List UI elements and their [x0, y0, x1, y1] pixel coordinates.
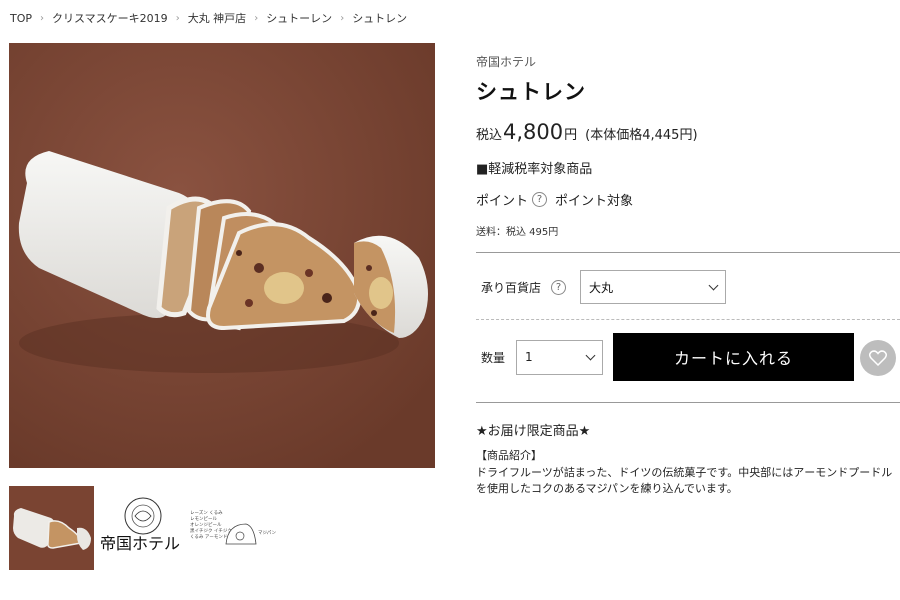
product-title: シュトレン — [476, 80, 586, 104]
intro-title: 【商品紹介】 — [476, 449, 542, 462]
chevron-down-icon — [585, 350, 596, 360]
quantity-selected: 1 — [525, 350, 533, 364]
points-label: ポイント — [476, 194, 529, 209]
store-selected: 大丸 — [589, 280, 614, 295]
divider-dashed — [476, 319, 900, 320]
price: 税込 4,800 円 (本体価格4,445円) — [476, 120, 900, 144]
price-net: (本体価格4,445円) — [585, 128, 698, 143]
thumbnail-diagram[interactable]: レーズン くるみ レモンピール オレンジピール 黒イチジク イチジク くるみ ア… — [188, 486, 278, 570]
svg-text:レモンピール: レモンピール — [190, 516, 217, 522]
breadcrumb-item-stollen-category[interactable]: シュトーレン — [266, 10, 332, 26]
chevron-down-icon — [708, 280, 719, 290]
logo-text: 帝国ホテル — [100, 534, 181, 553]
store-select[interactable]: 大丸 — [580, 270, 727, 304]
svg-text:レーズン くるみ: レーズン くるみ — [190, 509, 223, 516]
question-circle-icon[interactable]: ? — [532, 192, 548, 207]
chevron-right-icon: › — [175, 12, 180, 24]
breadcrumb: TOP › クリスマスケーキ2019 › 大丸 神戸店 › シュトーレン › シ… — [10, 10, 407, 26]
breadcrumb-current: シュトレン — [352, 12, 408, 25]
svg-text:マジパン: マジパン — [258, 530, 276, 536]
chevron-right-icon: › — [40, 12, 45, 24]
points-value: ポイント対象 — [555, 194, 634, 209]
add-to-cart-button[interactable]: カートに入れる — [613, 333, 854, 381]
product-main-image — [9, 43, 435, 468]
store-row: 承り百貨店 ? 大丸 — [481, 270, 727, 304]
store-label: 承り百貨店 — [481, 280, 542, 295]
limited-badge: ★お届け限定商品★ — [476, 424, 591, 439]
price-value: 4,800 — [503, 120, 564, 144]
price-suffix: 円 — [564, 128, 578, 143]
intro-body: ドライフルーツが詰まった、ドイツの伝統菓子です。中央部にはアーモンドプードルを使… — [476, 466, 893, 495]
points-row: ポイント ? ポイント対象 — [476, 190, 900, 209]
breadcrumb-item-christmas-cake[interactable]: クリスマスケーキ2019 — [52, 10, 168, 26]
breadcrumb-item-top[interactable]: TOP — [10, 12, 32, 25]
thumbnail-photo[interactable] — [9, 486, 94, 570]
breadcrumb-item-store[interactable]: 大丸 神戸店 — [188, 10, 247, 26]
chevron-right-icon: › — [340, 12, 345, 24]
quantity-select[interactable]: 1 — [516, 339, 603, 375]
thumbnail-strip: 帝国ホテル レーズン くるみ レモンピール オレンジピール 黒イチジク イチジク… — [9, 486, 278, 570]
heart-icon — [869, 350, 887, 366]
thumbnail-logo[interactable]: 帝国ホテル — [98, 486, 188, 570]
divider — [476, 402, 900, 403]
quantity-label: 数量 — [481, 350, 506, 365]
favorite-button[interactable] — [860, 340, 896, 376]
svg-text:くるみ アーモンド: くるみ アーモンド — [190, 534, 227, 540]
svg-text:黒イチジク イチジク: 黒イチジク イチジク — [190, 528, 232, 534]
price-prefix: 税込 — [476, 128, 503, 143]
divider — [476, 252, 900, 253]
reduced-tax-note: ■軽減税率対象商品 — [476, 162, 593, 177]
question-circle-icon[interactable]: ? — [551, 279, 567, 295]
product-info: 帝国ホテル シュトレン 税込 4,800 円 (本体価格4,445円) ■軽減税… — [476, 43, 900, 238]
quantity-row: 数量 1 カートに入れる — [481, 333, 854, 381]
product-description: ★お届け限定商品★ 【商品紹介】 ドライフルーツが詰まった、ドイツの伝統菓子です… — [476, 420, 900, 497]
chevron-right-icon: › — [254, 12, 259, 24]
svg-text:オレンジピール: オレンジピール — [190, 522, 222, 528]
shipping-fee: 送料：税込 495円 — [476, 227, 559, 238]
brand-name[interactable]: 帝国ホテル — [476, 53, 900, 70]
